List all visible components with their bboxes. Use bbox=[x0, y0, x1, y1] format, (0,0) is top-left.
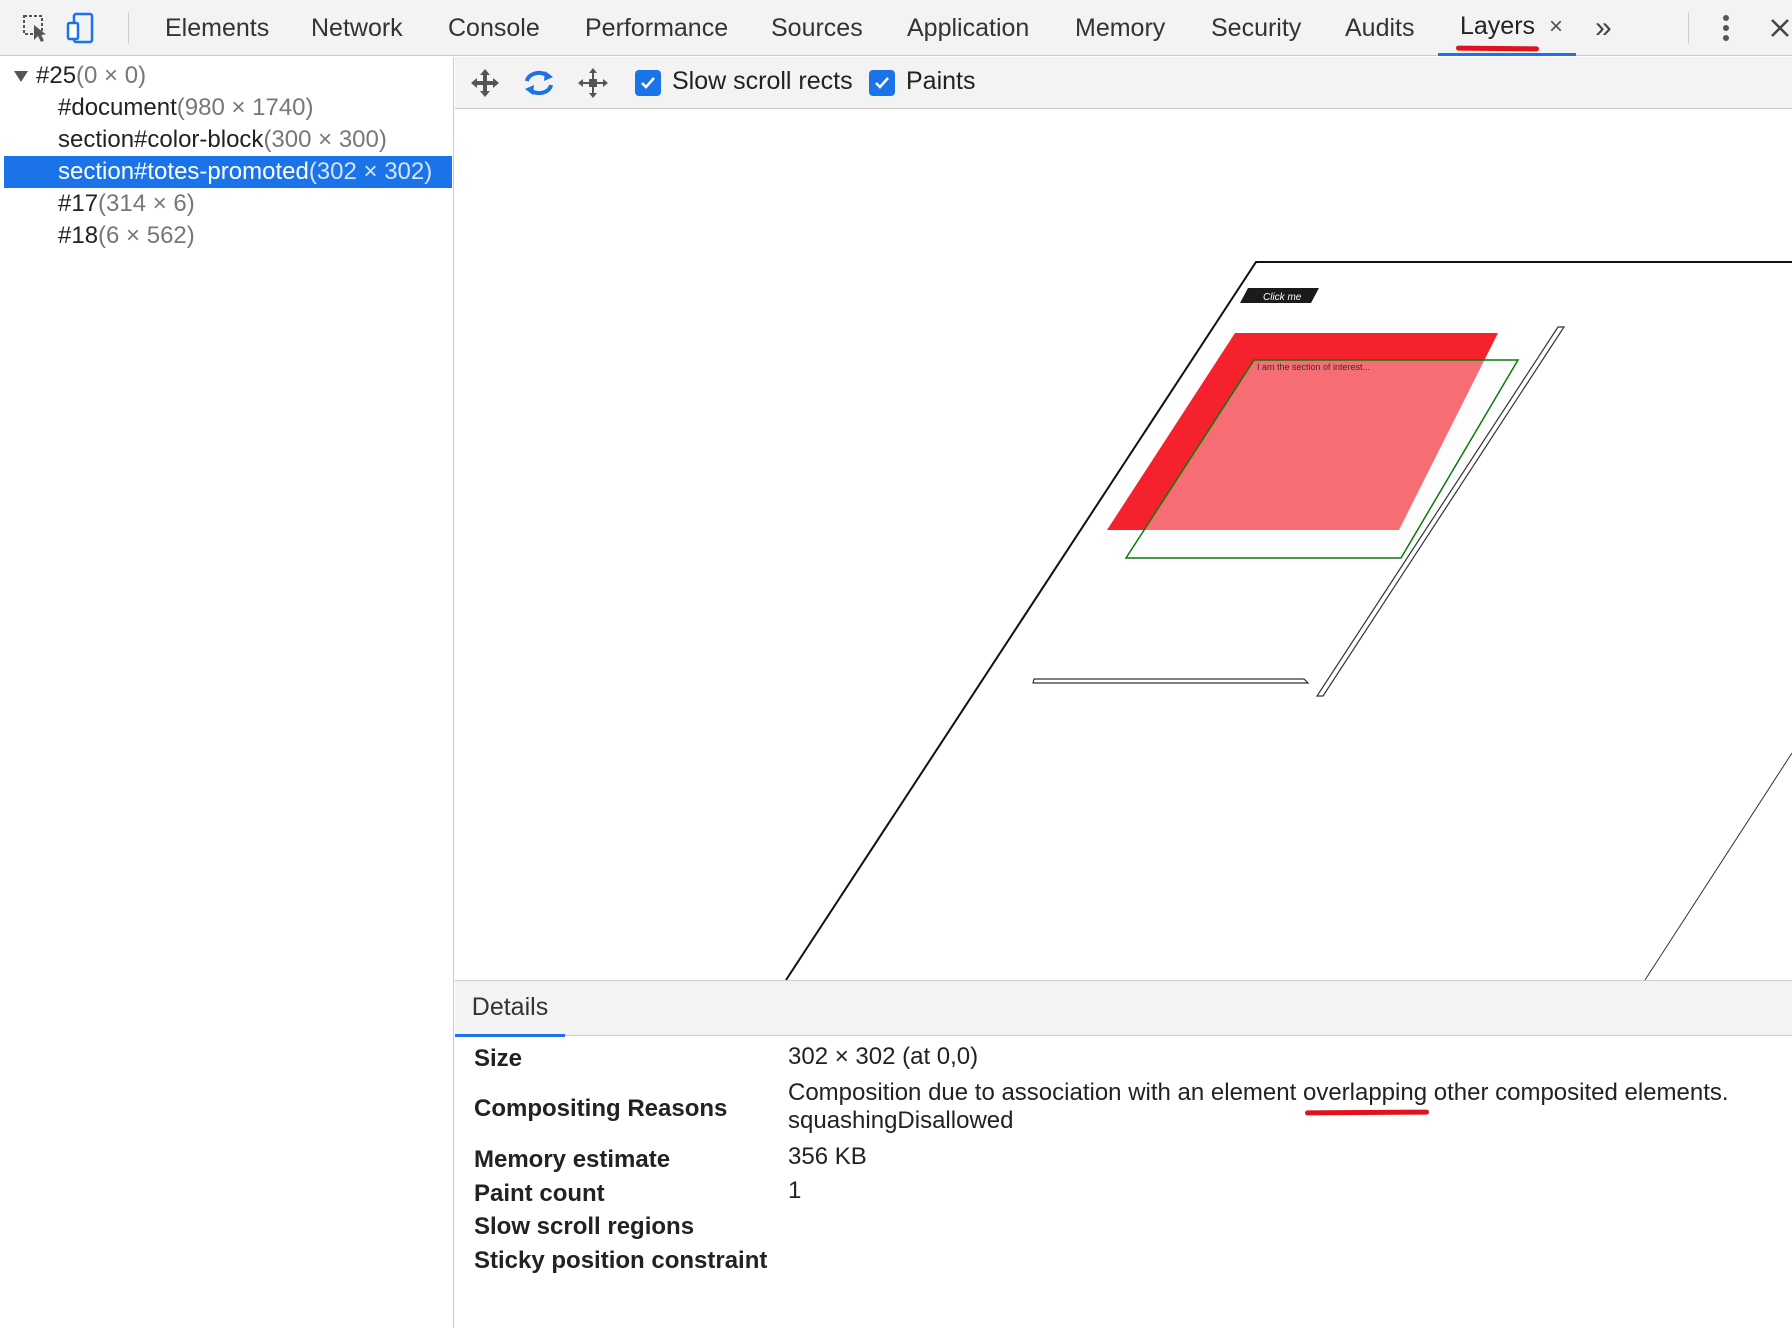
layer-name: #17 bbox=[58, 190, 99, 217]
pan-mode-icon[interactable] bbox=[467, 65, 503, 101]
tab-label: Elements bbox=[165, 13, 270, 42]
toolbar-divider bbox=[1688, 12, 1689, 44]
compositing-reason-text: other composited elements. bbox=[1427, 1079, 1729, 1106]
rotate-mode-icon[interactable] bbox=[521, 65, 557, 101]
checkmark-icon bbox=[875, 77, 889, 89]
tab-label: Application bbox=[907, 13, 1030, 42]
size-key: Size bbox=[474, 1045, 523, 1072]
kebab-menu-icon[interactable] bbox=[1706, 8, 1746, 48]
layer-size: (0 × 0) bbox=[76, 62, 147, 89]
layers-3d-viewport[interactable]: Click me I am the section of interest... bbox=[455, 110, 1792, 980]
tab-label: Performance bbox=[585, 13, 729, 42]
document-layer-edge bbox=[1644, 752, 1792, 980]
click-me-label: Click me bbox=[1263, 292, 1302, 303]
tab-performance[interactable]: Performance bbox=[563, 0, 750, 56]
layer-size: (300 × 300) bbox=[263, 126, 387, 153]
tab-label: Network bbox=[311, 13, 403, 42]
checkmark-icon bbox=[641, 77, 655, 89]
layer-name: section#totes-promoted bbox=[58, 158, 309, 185]
layer-name: section#color-block bbox=[58, 126, 264, 153]
size-value: 302 × 302 (at 0,0) bbox=[788, 1043, 979, 1070]
layer-name: #document bbox=[58, 94, 177, 121]
tab-memory[interactable]: Memory bbox=[1053, 0, 1187, 56]
squashing-reason-text: squashingDisallowed bbox=[788, 1107, 1014, 1134]
sticky-position-constraint-key: Sticky position constraint bbox=[474, 1247, 768, 1274]
tab-layers[interactable]: Layers × bbox=[1438, 0, 1576, 56]
layer-tree-panel: #25 (0 × 0) #document (980 × 1740) section… bbox=[0, 57, 454, 1328]
compositing-reasons-value: Composition due to association with an e… bbox=[788, 1079, 1729, 1135]
tree-item-document[interactable]: #document (980 × 1740) bbox=[4, 92, 452, 124]
tab-audits[interactable]: Audits bbox=[1323, 0, 1436, 56]
annotation-underline bbox=[1304, 1109, 1430, 1116]
section-of-interest-text: I am the section of interest... bbox=[1257, 362, 1370, 372]
more-tabs-icon[interactable]: » bbox=[1583, 0, 1624, 56]
layers-3d-canvas[interactable]: Click me I am the section of interest... bbox=[455, 110, 1792, 980]
memory-estimate-value: 356 KB bbox=[788, 1143, 867, 1170]
tree-item-root[interactable]: #25 (0 × 0) bbox=[4, 60, 452, 92]
slow-scroll-rects-label[interactable]: Slow scroll rects bbox=[672, 67, 853, 96]
tab-label: Memory bbox=[1075, 13, 1166, 42]
layer-size: (6 × 562) bbox=[98, 222, 195, 249]
reset-transform-icon[interactable] bbox=[575, 65, 611, 101]
overlapping-word: overlapping bbox=[1302, 1079, 1428, 1106]
paints-checkbox[interactable] bbox=[869, 70, 895, 96]
layer-name: #25 bbox=[36, 62, 77, 89]
tree-item-totes-promoted[interactable]: section#totes-promoted (302 × 302) bbox=[4, 156, 452, 188]
annotation-underline bbox=[1455, 45, 1540, 52]
tab-label: Layers bbox=[1455, 12, 1540, 52]
tab-label: Sources bbox=[771, 13, 863, 42]
tab-security[interactable]: Security bbox=[1189, 0, 1323, 56]
layer-size: (980 × 1740) bbox=[176, 94, 314, 121]
layer-name: #18 bbox=[58, 222, 99, 249]
close-tab-icon[interactable]: × bbox=[1549, 13, 1563, 41]
tab-elements[interactable]: Elements bbox=[143, 0, 291, 56]
devtools-tab-bar: Elements Network Console Performance Sou… bbox=[0, 0, 1792, 56]
tree-item-color-block[interactable]: section#color-block (300 × 300) bbox=[4, 124, 452, 156]
tab-layers-text: Layers bbox=[1460, 12, 1536, 40]
details-panel: Size 302 × 302 (at 0,0) Compositing Reas… bbox=[455, 1037, 1792, 1328]
tree-item-18[interactable]: #18 (6 × 562) bbox=[4, 220, 452, 252]
tab-label: Console bbox=[448, 13, 540, 42]
close-devtools-icon[interactable] bbox=[1760, 8, 1792, 48]
tab-console[interactable]: Console bbox=[426, 0, 562, 56]
tab-details[interactable]: Details bbox=[455, 981, 565, 1037]
layer-size: (314 × 6) bbox=[98, 190, 195, 217]
slow-scroll-regions-key: Slow scroll regions bbox=[474, 1213, 695, 1240]
overlapping-highlight: overlapping bbox=[1302, 1079, 1430, 1116]
tab-label: Security bbox=[1211, 13, 1302, 42]
memory-estimate-key: Memory estimate bbox=[474, 1146, 671, 1173]
tab-application[interactable]: Application bbox=[885, 0, 1051, 56]
slow-scroll-rects-checkbox[interactable] bbox=[635, 70, 661, 96]
tab-network[interactable]: Network bbox=[289, 0, 425, 56]
layer-size: (302 × 302) bbox=[308, 158, 433, 185]
tree-item-17[interactable]: #17 (314 × 6) bbox=[4, 188, 452, 220]
device-toolbar-icon[interactable] bbox=[60, 8, 100, 48]
tab-label: Audits bbox=[1345, 13, 1415, 42]
toolbar-divider bbox=[128, 12, 129, 44]
details-tab-bar: Details bbox=[455, 980, 1792, 1037]
paints-label[interactable]: Paints bbox=[906, 67, 975, 96]
expand-triangle-icon[interactable] bbox=[14, 70, 28, 82]
layer-17-scrollbar[interactable] bbox=[1032, 678, 1310, 684]
paint-count-value: 1 bbox=[788, 1177, 802, 1204]
compositing-reason-text: Composition due to association with an e… bbox=[788, 1079, 1303, 1106]
layers-toolbar: Slow scroll rects Paints bbox=[455, 57, 1792, 109]
inspect-element-icon[interactable] bbox=[16, 8, 56, 48]
paint-count-key: Paint count bbox=[474, 1180, 605, 1207]
tab-sources[interactable]: Sources bbox=[749, 0, 885, 56]
compositing-reasons-key: Compositing Reasons bbox=[474, 1095, 728, 1122]
